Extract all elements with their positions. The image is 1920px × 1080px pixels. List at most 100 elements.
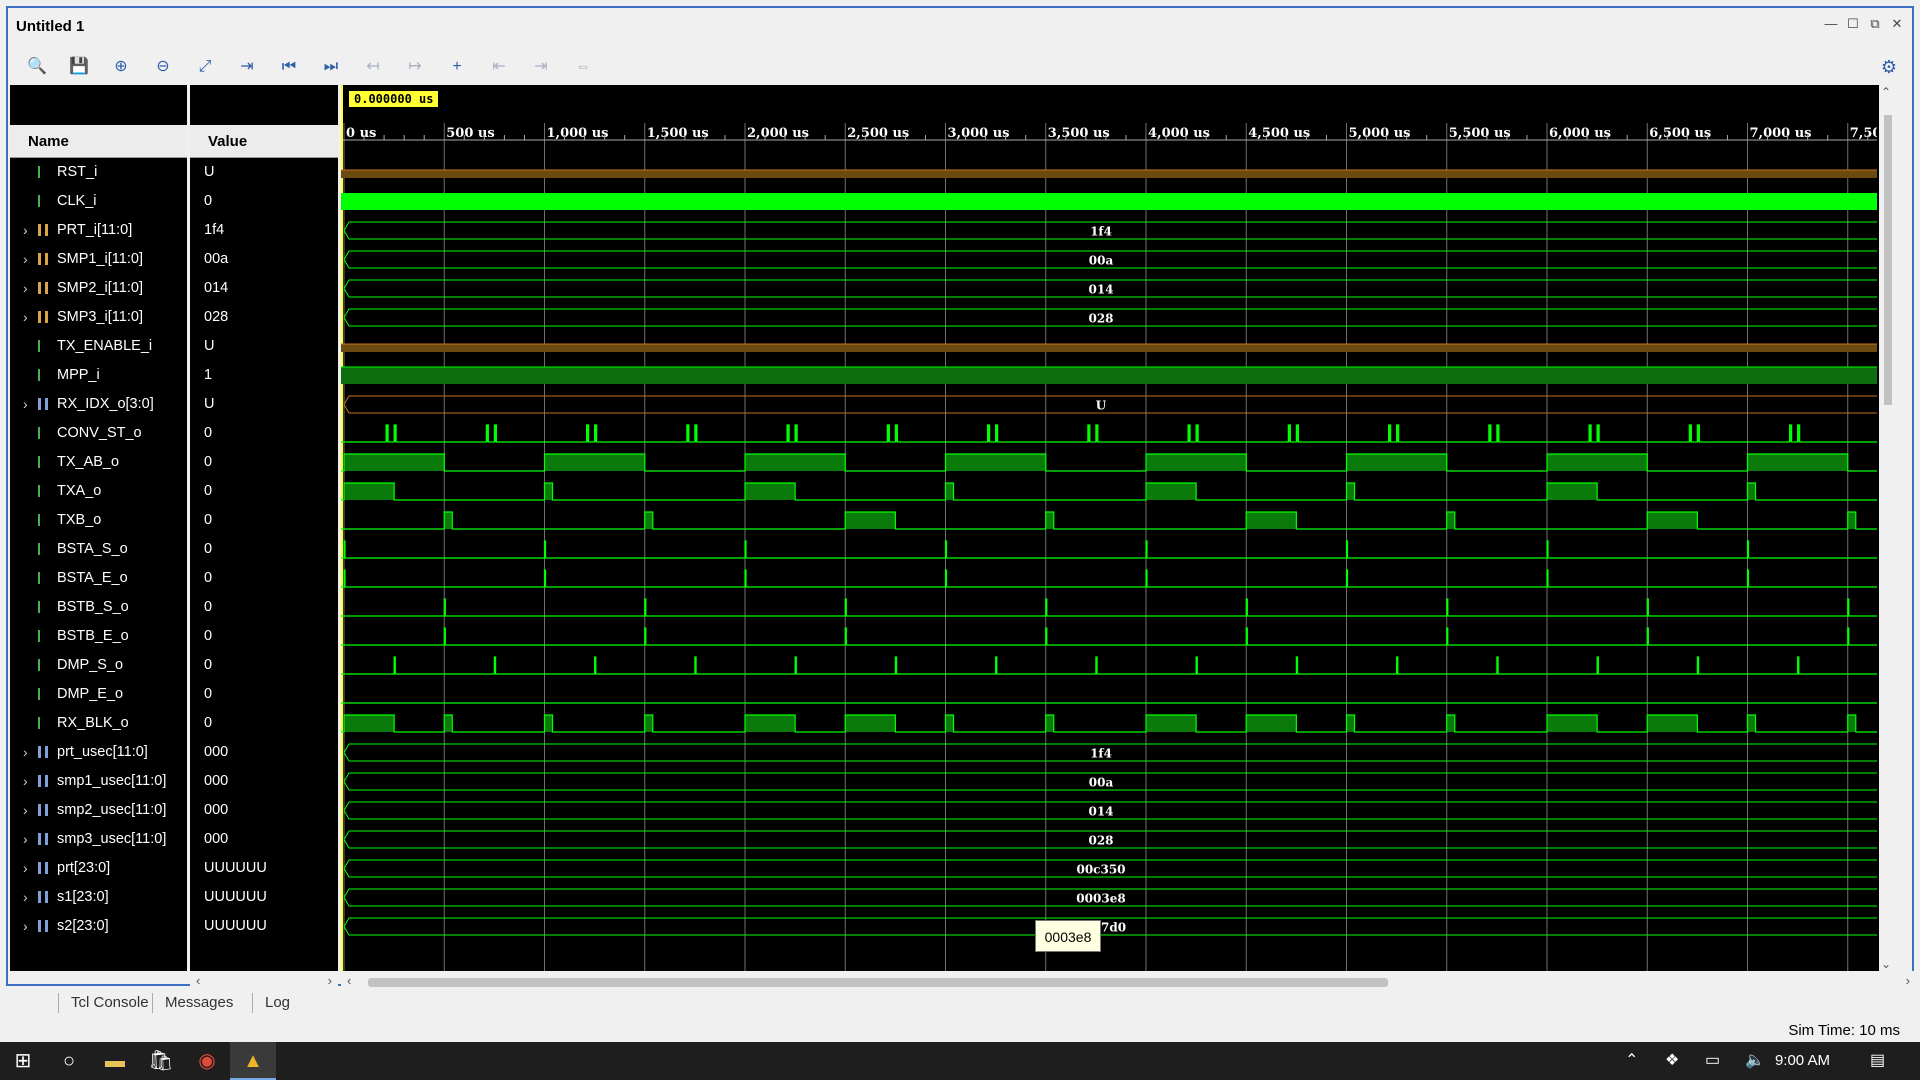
value-row[interactable]: 0 (190, 622, 338, 651)
restore-icon[interactable]: ☐ (1846, 16, 1860, 32)
close-icon[interactable]: ✕ (1890, 16, 1904, 32)
signal-row[interactable]: › smp1_usec[11:0] (10, 767, 187, 796)
scroll-left-icon[interactable]: ‹ (347, 973, 351, 988)
chevron-right-icon[interactable]: › (23, 216, 28, 245)
scroll-right-icon[interactable]: › (1906, 973, 1910, 988)
tray-chevron-icon[interactable]: ⌃ (1625, 1042, 1638, 1080)
add-marker-icon[interactable]: + (444, 54, 470, 80)
scroll-left-icon[interactable]: ‹ (196, 973, 200, 988)
value-row[interactable]: 0 (190, 187, 338, 216)
goto-start-icon[interactable]: ⏮ (276, 54, 302, 80)
value-row[interactable]: 0 (190, 419, 338, 448)
value-row[interactable]: UUUUUU (190, 912, 338, 941)
signal-row[interactable]: › SMP1_i[11:0] (10, 245, 187, 274)
name-column-header[interactable]: Name (10, 125, 187, 158)
cortana-icon[interactable]: ○ (46, 1042, 92, 1080)
signal-row[interactable]: › SMP2_i[11:0] (10, 274, 187, 303)
scroll-down-icon[interactable]: ⌄ (1881, 957, 1891, 971)
gear-icon[interactable]: ⚙ (1876, 54, 1902, 80)
value-row[interactable]: U (190, 390, 338, 419)
signal-row[interactable]: › RX_IDX_o[3:0] (10, 390, 187, 419)
chevron-right-icon[interactable]: › (23, 767, 28, 796)
value-row[interactable]: 014 (190, 274, 338, 303)
signal-row[interactable]: › smp2_usec[11:0] (10, 796, 187, 825)
signal-row[interactable]: › s1[23:0] (10, 883, 187, 912)
signal-row[interactable]: DMP_E_o (10, 680, 187, 709)
value-row[interactable]: 0 (190, 651, 338, 680)
value-row[interactable]: 0 (190, 477, 338, 506)
goto-cursor-icon[interactable]: ⇥ (234, 54, 260, 80)
signal-row[interactable]: BSTA_S_o (10, 535, 187, 564)
goto-end-icon[interactable]: ⏭ (318, 54, 344, 80)
zoom-in-icon[interactable]: ⊕ (108, 54, 134, 80)
value-row[interactable]: 0 (190, 593, 338, 622)
battery-icon[interactable]: ▭ (1705, 1042, 1720, 1080)
swap-cursors-icon[interactable]: ⇔ (570, 54, 596, 80)
horizontal-scroll-thumb[interactable] (368, 978, 1388, 987)
signal-row[interactable]: › PRT_i[11:0] (10, 216, 187, 245)
dropbox-icon[interactable]: ❖ (1665, 1042, 1679, 1080)
signal-row[interactable]: RX_BLK_o (10, 709, 187, 738)
file-explorer-icon[interactable]: ▬ (92, 1042, 138, 1080)
value-row[interactable]: UUUUUU (190, 854, 338, 883)
signal-row[interactable]: TXB_o (10, 506, 187, 535)
vertical-scroll-thumb[interactable] (1884, 115, 1892, 405)
signal-row[interactable]: CLK_i (10, 187, 187, 216)
signal-row[interactable]: RST_i (10, 158, 187, 187)
signal-row[interactable]: TX_ENABLE_i (10, 332, 187, 361)
signal-row[interactable]: BSTA_E_o (10, 564, 187, 593)
value-row[interactable]: UUUUUU (190, 883, 338, 912)
value-row[interactable]: 1f4 (190, 216, 338, 245)
value-row[interactable]: U (190, 158, 338, 187)
scroll-right-icon[interactable]: › (328, 973, 332, 988)
tab-tcl-console[interactable]: Tcl Console (58, 993, 161, 1013)
signal-row[interactable]: › SMP3_i[11:0] (10, 303, 187, 332)
chevron-right-icon[interactable]: › (23, 912, 28, 941)
save-icon[interactable]: 💾 (66, 54, 92, 80)
signal-row[interactable]: BSTB_S_o (10, 593, 187, 622)
signal-row[interactable]: BSTB_E_o (10, 622, 187, 651)
value-row[interactable]: 0 (190, 448, 338, 477)
scroll-up-icon[interactable]: ⌃ (1881, 85, 1891, 99)
value-row[interactable]: 0 (190, 709, 338, 738)
chevron-right-icon[interactable]: › (23, 245, 28, 274)
value-row[interactable]: U (190, 332, 338, 361)
tab-messages[interactable]: Messages (152, 993, 245, 1013)
signal-row[interactable]: › prt_usec[11:0] (10, 738, 187, 767)
signal-row[interactable]: › s2[23:0] (10, 912, 187, 941)
chevron-right-icon[interactable]: › (23, 825, 28, 854)
store-icon[interactable]: 🛍 (138, 1042, 184, 1080)
vivado-icon[interactable]: ▲ (230, 1042, 276, 1080)
waveform-pane[interactable]: 0 us 500 us 1,000 us 1,500 us 2,000 us 2,500 … (341, 85, 1897, 971)
value-column-header[interactable]: Value (190, 125, 338, 158)
chevron-right-icon[interactable]: › (23, 303, 28, 332)
next-marker-icon[interactable]: ⇥ (528, 54, 554, 80)
start-icon[interactable]: ⊞ (0, 1042, 46, 1080)
search-icon[interactable]: 🔍 (24, 54, 50, 80)
chevron-right-icon[interactable]: › (23, 738, 28, 767)
signal-row[interactable]: CONV_ST_o (10, 419, 187, 448)
chevron-right-icon[interactable]: › (23, 883, 28, 912)
value-row[interactable]: 00a (190, 245, 338, 274)
minimize-icon[interactable]: — (1824, 16, 1838, 32)
signal-row[interactable]: TX_AB_o (10, 448, 187, 477)
notifications-icon[interactable]: ▤ (1870, 1042, 1885, 1080)
signal-row[interactable]: › prt[23:0] (10, 854, 187, 883)
value-row[interactable]: 028 (190, 303, 338, 332)
value-row[interactable]: 1 (190, 361, 338, 390)
clock[interactable]: 9:00 AM (1775, 1042, 1830, 1080)
vertical-scrollbar[interactable]: ⌃ ⌄ (1879, 85, 1897, 971)
volume-icon[interactable]: 🔈 (1745, 1042, 1765, 1080)
zoom-fit-icon[interactable]: ⤢ (192, 54, 218, 80)
value-row[interactable]: 0 (190, 564, 338, 593)
prev-transition-icon[interactable]: ↤ (360, 54, 386, 80)
zoom-out-icon[interactable]: ⊖ (150, 54, 176, 80)
signal-row[interactable]: TXA_o (10, 477, 187, 506)
maximize-icon[interactable]: ⧉ (1868, 16, 1882, 32)
value-row[interactable]: 0 (190, 506, 338, 535)
chevron-right-icon[interactable]: › (23, 796, 28, 825)
value-row[interactable]: 0 (190, 680, 338, 709)
prev-marker-icon[interactable]: ⇤ (486, 54, 512, 80)
chrome-icon[interactable]: ◉ (184, 1042, 230, 1080)
signal-row[interactable]: › smp3_usec[11:0] (10, 825, 187, 854)
